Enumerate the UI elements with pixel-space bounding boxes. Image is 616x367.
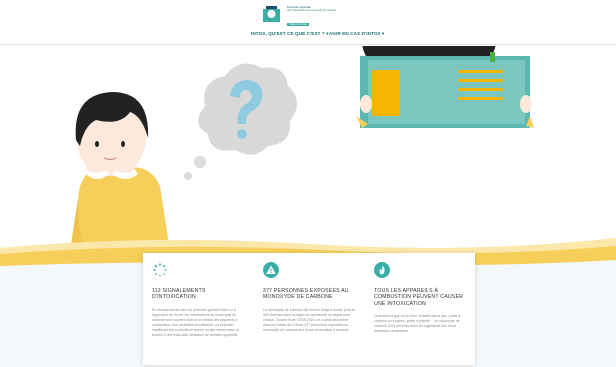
site-header: Prévention régionale des intoxications a… [0, 0, 616, 45]
card-title: 112 SIGNALEMENTS D'INTOXICATION [152, 288, 206, 301]
logo-line-2: des intoxications au monoxyde de carbone [287, 9, 337, 13]
logo-text: Prévention régionale des intoxications a… [287, 6, 353, 30]
reading-child-illustration [356, 46, 534, 128]
card-text: En recrudescence dès les premiers grands… [152, 307, 240, 337]
card-text: Chaudière à gaz ou au fioul, chauffe-eau… [374, 313, 461, 333]
page: Prévention régionale des intoxications a… [0, 0, 616, 367]
card-title: TOUS LES APPAREILS À COMBUSTION PEUVENT … [374, 288, 464, 307]
card-text: Le monoxyde de carbone fait encore chaqu… [263, 307, 356, 332]
logo-mark-icon [263, 6, 280, 22]
thought-bubble-illustration [184, 63, 298, 180]
flame-icon [374, 262, 390, 278]
stats-panel: 112 SIGNALEMENTS D'INTOXICATION En recru… [143, 253, 475, 365]
site-logo[interactable]: Prévention régionale des intoxications a… [263, 5, 353, 27]
stat-card-appliances: TOUS LES APPAREILS À COMBUSTION PEUVENT … [365, 253, 475, 365]
card-title: 377 PERSONNES EXPOSÉES AU MONOXYDE DE CA… [263, 288, 349, 301]
nav-item-intox-what[interactable]: INTOX, QU'EST CE QUE C'EST ? ▾ [251, 31, 329, 37]
nav-item-act-intox[interactable]: AGIR EN CAS D'INTOX ▾ [329, 31, 384, 37]
stat-card-exposed: 377 PERSONNES EXPOSÉES AU MONOXYDE DE CA… [254, 253, 364, 365]
loading-dots-icon [152, 262, 168, 278]
warning-icon [263, 262, 279, 278]
logo-tag: Hauts-de-France [287, 23, 309, 27]
stat-card-reports: 112 SIGNALEMENTS D'INTOXICATION En recru… [143, 253, 253, 365]
